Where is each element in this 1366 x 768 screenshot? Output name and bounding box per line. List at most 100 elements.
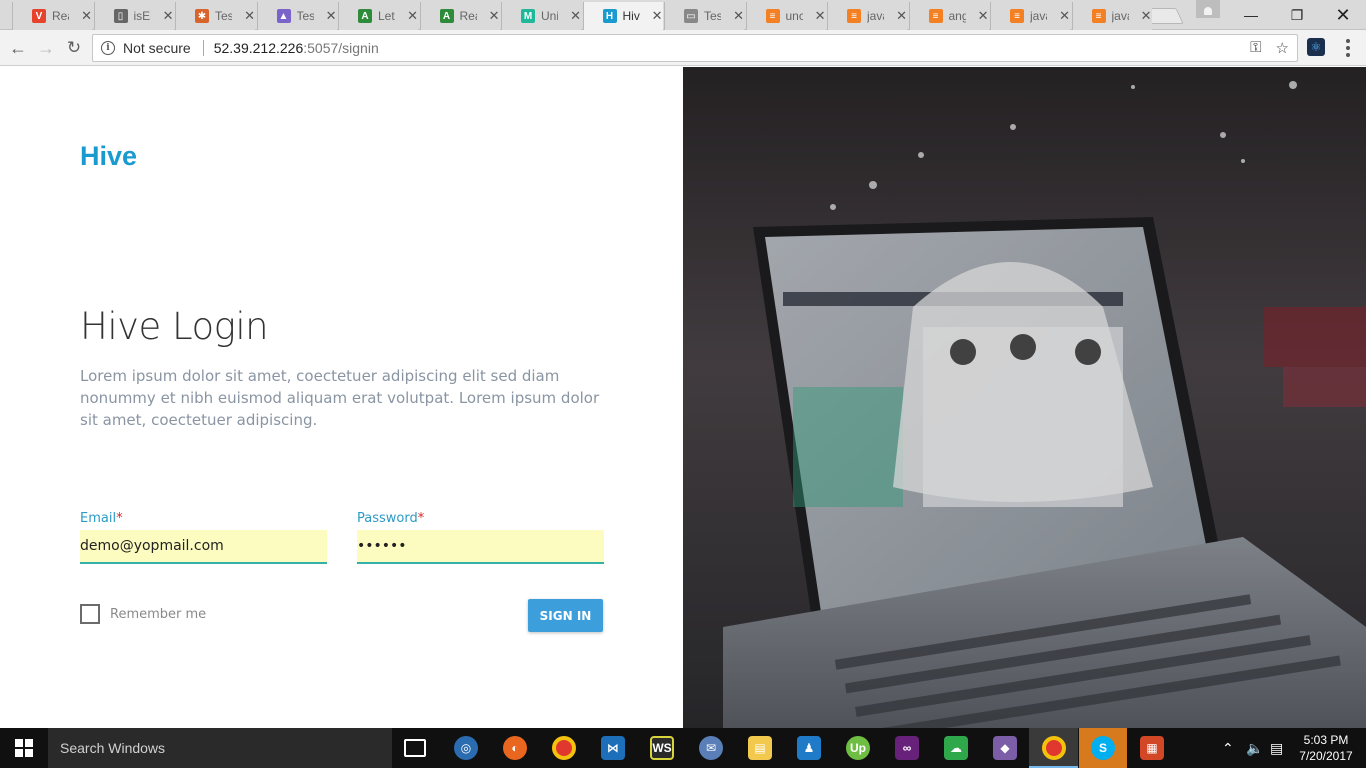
webstorm-icon[interactable]: WS [650,736,674,760]
clock-date: 7/20/2017 [1299,749,1353,763]
profile-avatar-icon[interactable] [1196,0,1220,18]
close-tab-icon[interactable]: ✕ [815,8,826,24]
remember-me-checkbox[interactable] [80,604,100,624]
visual-studio-icon[interactable]: ∞ [895,736,919,760]
book-icon: ▯ [113,9,128,23]
browser-tab[interactable]: ≡ unc ✕ [746,2,826,30]
page-content: Hive Hive Login Lorem ipsum dolor sit am… [0,67,1366,728]
browser-tab-strip: — ❐ ✕ V Rea ✕ ▯ isEm ✕ ✱ Test ✕ ▲ Test ✕ A Let' ✕ A Rea ✕… [0,0,1366,30]
vivaldi-v-icon: V [32,9,46,23]
start-button[interactable] [0,728,48,768]
bookmark-star-icon[interactable]: ☆ [1276,39,1289,57]
close-tab-icon[interactable]: ✕ [489,8,500,24]
browser-toolbar: ← → ↻ i Not secure 52.39.212.226:5057/si… [0,30,1366,66]
browser-tab[interactable]: ▯ isEm ✕ [94,2,174,30]
close-tab-icon[interactable]: ✕ [1141,8,1152,24]
notes-app-icon[interactable]: ◆ [993,736,1017,760]
clock-time: 5:03 PM [1303,733,1349,747]
tab-title: Test [296,9,314,23]
browser-tab[interactable]: H Hive ✕ [583,2,663,30]
tab-title: java [867,9,884,23]
tab-title: Rea [52,9,69,23]
close-tab-icon[interactable]: ✕ [407,8,418,24]
divider [202,40,204,56]
upwork-icon[interactable]: Up [846,736,870,760]
tab-title: java [1030,9,1047,23]
chrome-menu-icon[interactable] [1343,38,1353,58]
browser-tab[interactable]: ≡ ang ✕ [909,2,989,30]
close-tab-icon[interactable]: ✕ [570,8,581,24]
tab-title: Test [215,9,233,23]
reload-icon[interactable]: ↻ [62,36,86,60]
close-tab-icon[interactable]: ✕ [244,8,255,24]
browser-tab[interactable]: M Unit ✕ [501,2,581,30]
react-extension-icon[interactable]: ⚛ [1307,38,1325,56]
browser-tab[interactable]: A Rea ✕ [420,2,500,30]
url-path[interactable]: :5057/signin [303,40,379,56]
close-tab-icon[interactable]: ✕ [163,8,174,24]
password-group: Password* [357,511,604,564]
back-arrow-icon[interactable]: ← [6,36,30,60]
stackoverflow-icon: ≡ [1010,9,1024,23]
page-description: Lorem ipsum dolor sit amet, coectetuer a… [80,367,600,429]
tab-title: java [1111,9,1129,23]
stackoverflow-icon: ≡ [847,9,861,23]
maximize-button[interactable]: ❐ [1274,0,1320,30]
action-center-icon[interactable]: ▤ [1270,728,1283,768]
close-tab-icon[interactable]: ✕ [978,8,989,24]
browser-tab[interactable]: ▭ Test ✕ [664,2,744,30]
brand-logo[interactable]: Hive [80,141,137,172]
password-input[interactable] [357,530,604,564]
tab-title: Let' [378,9,396,23]
browser-tab[interactable]: ✱ Test ✕ [175,2,255,30]
robomongo-icon[interactable]: ☁ [944,736,968,760]
browser-tab[interactable]: ≡ java ✕ [827,2,907,30]
browser-tab[interactable]: ▲ Test ✕ [257,2,337,30]
tray-chevron-icon[interactable]: ⌃ [1222,728,1234,768]
browser-tab[interactable]: ≡ java ✕ [990,2,1070,30]
tab-title: Hive [622,9,640,23]
close-tab-icon[interactable]: ✕ [1059,8,1070,24]
close-tab-icon[interactable]: ✕ [81,8,92,24]
firefox-icon[interactable]: ◐ [503,736,527,760]
browser-tab[interactable]: A Let' ✕ [338,2,418,30]
tab-title: Test [704,9,722,23]
vscode-icon[interactable]: ⋈ [601,736,625,760]
thunderbird-icon[interactable]: ✉ [699,736,723,760]
people-app-icon[interactable]: ♟ [797,736,821,760]
remember-me-row[interactable]: Remember me [80,604,206,624]
windows-logo-icon [15,739,33,757]
file-explorer-icon[interactable]: ▤ [748,736,772,760]
remember-me-label[interactable]: Remember me [110,607,206,622]
system-clock[interactable]: 5:03 PM 7/20/2017 [1292,732,1360,764]
close-tab-icon[interactable]: ✕ [733,8,744,24]
email-input[interactable] [80,530,327,564]
browser-tab[interactable]: ≡ java ✕ [1072,2,1152,30]
browser-tab[interactable]: V Rea ✕ [12,2,92,30]
task-view-icon[interactable] [404,739,426,757]
close-tab-icon[interactable]: ✕ [326,8,337,24]
close-tab-icon[interactable]: ✕ [652,8,663,24]
key-icon[interactable]: ⚿ [1250,39,1261,57]
chrome-icon[interactable] [552,736,576,760]
chrome-active-icon[interactable] [1042,736,1066,760]
windows-search-box[interactable]: Search Windows [48,728,392,768]
address-bar[interactable]: i Not secure 52.39.212.226:5057/signin ⚿… [92,34,1298,62]
close-window-button[interactable]: ✕ [1320,0,1366,30]
h-logo-icon: H [602,9,617,23]
forward-arrow-icon[interactable]: → [34,36,58,60]
tab-title: isEm [133,9,151,23]
minimize-button[interactable]: — [1228,0,1274,30]
url-host[interactable]: 52.39.212.226 [214,40,304,56]
sign-in-button[interactable]: SIGN IN [528,599,603,632]
info-icon[interactable]: i [101,41,115,55]
close-tab-icon[interactable]: ✕ [896,8,907,24]
safari-compass-icon[interactable]: ◎ [454,736,478,760]
presentation-app-icon[interactable]: ▦ [1140,736,1164,760]
email-group: Email* [80,511,327,564]
volume-muted-icon[interactable]: 🔈 [1246,728,1263,768]
stackoverflow-icon: ≡ [1091,9,1106,23]
tab-title: Unit [541,9,558,23]
skype-icon[interactable]: S [1091,736,1115,760]
security-label[interactable]: Not secure [123,40,191,56]
